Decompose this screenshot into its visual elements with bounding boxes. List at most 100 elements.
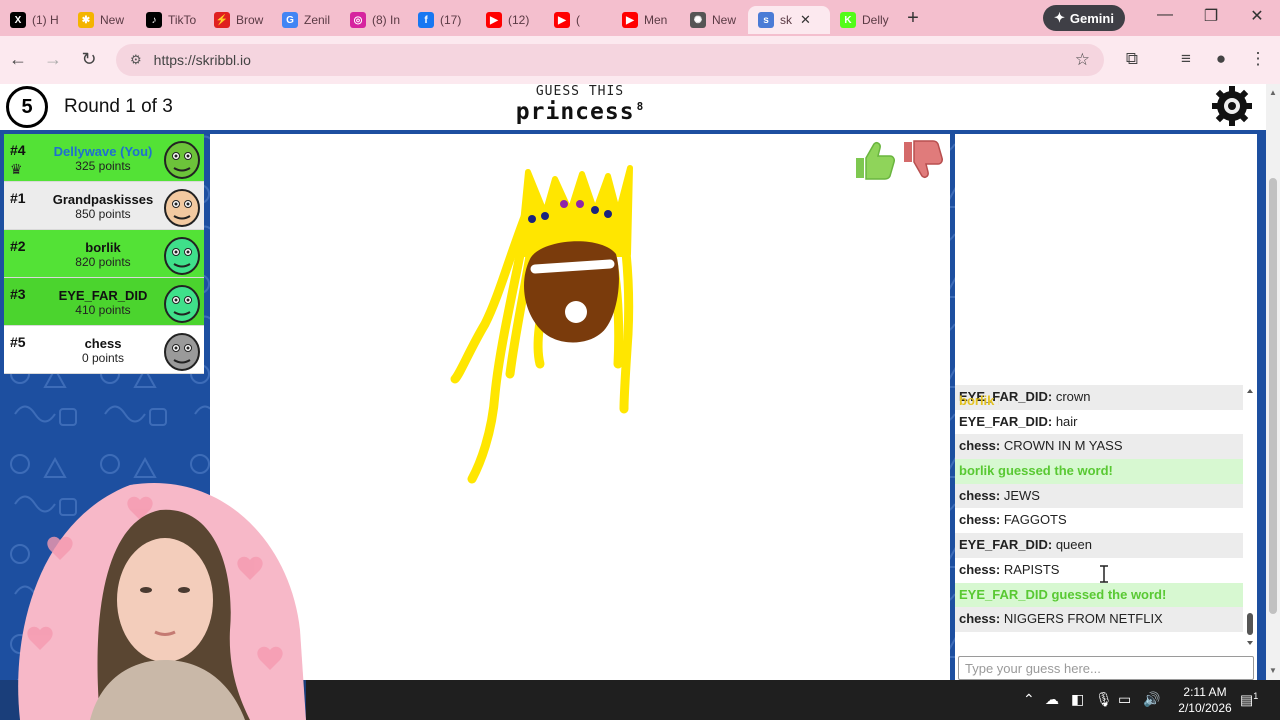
chat-scrollbar[interactable] (1245, 385, 1255, 649)
close-window-icon[interactable]: ✕ (1242, 6, 1272, 26)
close-tab-icon[interactable]: ✕ (800, 12, 811, 28)
menu-dots-icon[interactable]: ⋮ (1247, 49, 1269, 69)
chat-text: JEWS (1003, 487, 1040, 503)
player-row[interactable]: #3 EYE_FAR_DID 410 points (4, 278, 204, 326)
browser-tab[interactable]: ⚡ Brow (204, 6, 272, 34)
reload-icon[interactable]: ↻ (78, 49, 100, 70)
chat-message: chess: FAGGOTS (955, 508, 1243, 533)
tab-label: Men (644, 13, 668, 27)
player-rank: #4 (10, 142, 26, 158)
chat-text: NIGGERS FROM NETFLIX (1003, 611, 1163, 627)
chat-author: chess: (959, 561, 1001, 577)
chat-author: chess: (959, 438, 1001, 454)
gray-cat-avatar (164, 333, 200, 371)
new-tab-button[interactable]: + (898, 4, 928, 32)
chat-message: chess: NIGGERS FROM NETFLIX (955, 607, 1243, 632)
player-name: Grandpaskisses (52, 192, 154, 207)
chat-message: chess: JEWS (955, 483, 1243, 509)
chat-author: chess: (959, 512, 1001, 528)
scroll-down-icon[interactable]: ▼ (1269, 666, 1277, 675)
address-bar[interactable]: ⚙ https://skribbl.io ☆ (116, 44, 1104, 76)
tab-label: (8) In (372, 13, 401, 27)
chat-panel: EYE_FAR_DID: crown EYE_FAR_DID: hair chess… (955, 134, 1257, 680)
guess-this-label: GUESS THIS (535, 84, 625, 99)
browser-tab[interactable]: ▶ (12) (476, 6, 544, 34)
webcam-tray-icon[interactable]: ◧ (1071, 691, 1084, 708)
minimize-icon[interactable]: — (1150, 6, 1180, 24)
player-name: chess (84, 336, 122, 351)
word-text: princess (515, 99, 635, 125)
browser-tab[interactable]: X (1) H (0, 6, 68, 34)
bookmark-star-icon[interactable]: ☆ (1075, 50, 1090, 70)
player-name: Dellywave (You) (53, 144, 153, 159)
media-controls-icon[interactable]: ≡ (1175, 49, 1197, 69)
google-photos-icon: ✱ (78, 12, 94, 28)
profile-avatar-icon[interactable]: ● (1210, 49, 1232, 69)
browser-tab[interactable]: s sk ✕ (748, 6, 830, 34)
tab-label: ( (576, 13, 580, 27)
browser-tab[interactable]: ✺ New (680, 6, 748, 34)
player-row[interactable]: #4 Dellywave (You) 325 points ♛ (4, 134, 204, 182)
browser-tab[interactable]: ♪ TikTo (136, 6, 204, 34)
site-settings-icon[interactable]: ⚙ (130, 52, 142, 68)
google-icon: G (282, 12, 298, 28)
browser-tab[interactable]: ✱ New (68, 6, 136, 34)
player-row[interactable]: #1 Grandpaskisses 850 points (4, 182, 204, 230)
chat-author: chess: (959, 487, 1001, 503)
player-points: 410 points (75, 303, 131, 317)
chat-system-text: EYE_FAR_DID guessed the word! (959, 586, 1167, 602)
facebook-icon: f (418, 12, 434, 28)
thumbs-down-icon[interactable] (900, 138, 944, 182)
network-icon[interactable]: ▭ (1118, 691, 1131, 708)
player-rank: #1 (10, 190, 26, 206)
chat-message: chess: CROWN IN M YASS (955, 434, 1243, 460)
chat-author: EYE_FAR_DID: (959, 537, 1053, 553)
drawing-canvas[interactable] (210, 134, 950, 680)
tab-label: (12) (508, 13, 530, 27)
gemini-label: Gemini (1069, 10, 1114, 26)
tiktok-icon: ♪ (146, 12, 162, 28)
chat-system-text: borlik is voting to kick chess (1/2) (959, 393, 999, 408)
guess-input[interactable] (958, 656, 1254, 680)
gemini-icon: ✦ (1054, 10, 1065, 25)
scroll-up-icon[interactable]: ▲ (1269, 88, 1277, 97)
chat-system-text: borlik guessed the word! (959, 463, 1113, 479)
player-row[interactable]: #2 borlik 820 points (4, 230, 204, 278)
browser-tab[interactable]: ▶ Men (612, 6, 680, 34)
gemini-button[interactable]: ✦ Gemini (1043, 5, 1125, 31)
chat-text: FAGGOTS (1003, 512, 1067, 528)
tab-label: sk (780, 13, 792, 27)
lightning-icon: ⚡ (214, 12, 230, 28)
browser-tab[interactable]: ◎ (8) In (340, 6, 408, 34)
notifications-icon[interactable]: ▤1 (1240, 691, 1258, 709)
browser-tab[interactable]: ▶( (544, 6, 612, 34)
tab-label: (1) H (32, 13, 59, 27)
page-scroll-thumb[interactable] (1269, 178, 1277, 614)
player-row[interactable]: #5 chess 0 points (4, 326, 204, 374)
show-hidden-icons-chevron-icon[interactable]: ⌃ (1023, 691, 1035, 708)
player-list: #4 Dellywave (You) 325 points ♛ #1 Grandpaski… (4, 134, 204, 374)
chat-text: hair (1055, 413, 1078, 429)
forward-icon[interactable]: → (42, 49, 64, 70)
chat-text: crown (1055, 389, 1091, 404)
taskbar-clock[interactable]: 2:11 AM 2/10/2026 (1170, 684, 1240, 716)
microphone-icon[interactable]: 🎙 (1095, 691, 1113, 708)
chat-messages: EYE_FAR_DID: crown EYE_FAR_DID: hair chess… (955, 385, 1243, 632)
settings-gear-icon[interactable] (1212, 86, 1252, 126)
browser-tab[interactable]: K Delly (830, 6, 898, 34)
tab-label: Zenil (304, 13, 331, 27)
chat-text: CROWN IN M YASS (1003, 438, 1123, 454)
browser-tab[interactable]: f (17) (408, 6, 476, 34)
volume-icon[interactable]: 🔊 (1143, 691, 1160, 708)
onedrive-icon[interactable]: ☁ (1045, 691, 1059, 708)
kick-icon: K (840, 12, 856, 28)
browser-tab[interactable]: G Zenil (272, 6, 340, 34)
thumbs-up-icon[interactable] (852, 138, 896, 182)
text-cursor-icon (1100, 565, 1108, 583)
webcam-overlay (0, 480, 306, 720)
youtube-icon: ▶ (554, 12, 570, 28)
restore-icon[interactable]: ❐ (1196, 6, 1226, 26)
back-icon[interactable]: ← (7, 49, 29, 70)
extensions-icon[interactable]: ⧉ (1121, 49, 1143, 69)
page-scrollbar[interactable]: ▲ ▼ (1266, 84, 1280, 680)
